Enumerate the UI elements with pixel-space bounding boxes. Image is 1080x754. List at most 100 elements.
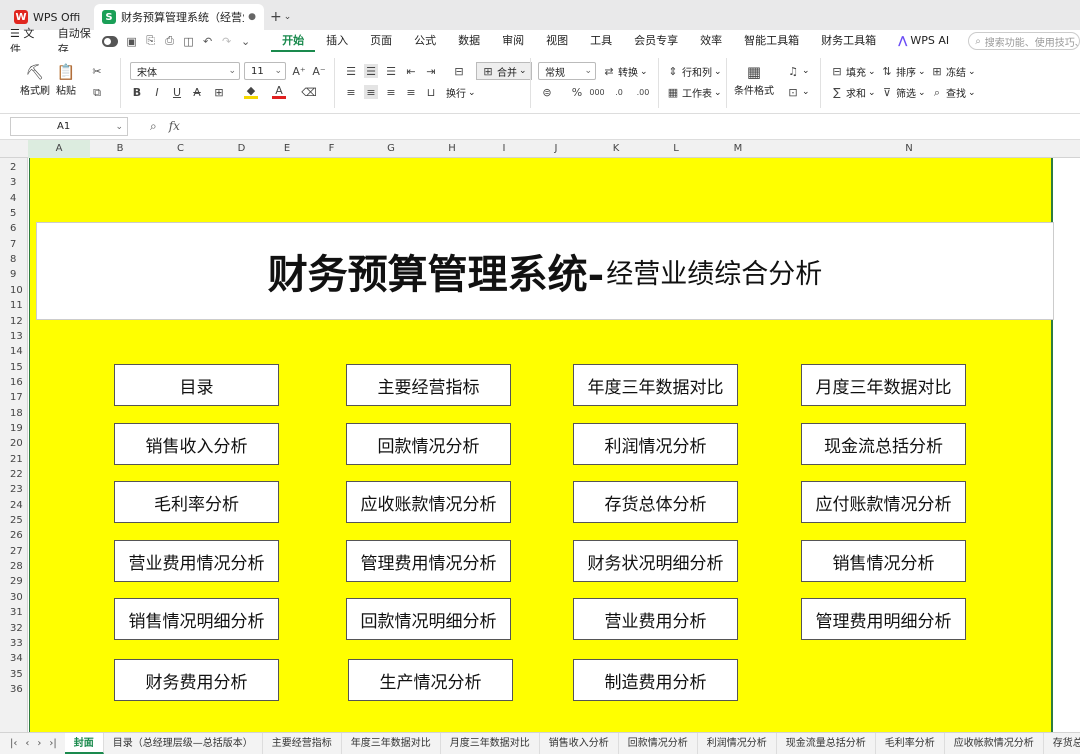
row-header[interactable]: 35 (0, 667, 28, 682)
autosave-toggle[interactable] (102, 35, 119, 47)
row-header[interactable]: 15 (0, 360, 28, 375)
decrease-decimal-icon[interactable]: .00 (636, 85, 652, 99)
search-box[interactable]: ⌕ 搜索功能、使用技巧、模板 (968, 32, 1080, 50)
next-sheet-icon[interactable]: › (37, 738, 41, 749)
nav-button[interactable]: 毛利率分析 (114, 481, 279, 523)
row-header[interactable]: 28 (0, 559, 28, 574)
currency-icon[interactable]: ⊜ (540, 85, 556, 99)
filter-button[interactable]: ⊽ 筛选 ⌄ (880, 85, 926, 100)
fill-button[interactable]: ⊟ 填充 ⌄ (830, 64, 875, 79)
distribute-icon[interactable]: ⊔ (424, 85, 440, 99)
number-format-select[interactable]: 常规 ⌄ (538, 62, 596, 80)
nav-button[interactable]: 应付账款情况分析 (801, 481, 966, 523)
menu-tab[interactable]: 智能工具箱 (733, 30, 810, 52)
nav-button[interactable]: 营业费用情况分析 (114, 540, 279, 582)
unsaved-dot-icon[interactable]: ● (248, 12, 256, 22)
row-header[interactable]: 30 (0, 590, 28, 605)
sheet-tab[interactable]: 年度三年数据对比 (342, 733, 441, 754)
row-header[interactable]: 21 (0, 452, 28, 467)
align-top-icon[interactable]: ☰ (344, 64, 360, 78)
row-header[interactable]: 22 (0, 467, 28, 482)
sheet-tab[interactable]: 主要经营指标 (263, 733, 342, 754)
sheet-tab[interactable]: 月度三年数据对比 (441, 733, 540, 754)
row-header[interactable]: 10 (0, 283, 28, 298)
row-header[interactable]: 17 (0, 390, 28, 405)
row-header[interactable]: 16 (0, 375, 28, 390)
zoom-search-icon[interactable]: ⌕ (150, 119, 157, 134)
row-col-button[interactable]: ⇕ 行和列 ⌄ (666, 64, 721, 79)
sheet-grid[interactable]: 财务预算管理系统- 经营业绩综合分析 目录 主要经营指标 年度三年数据对比 月度三年数… (28, 158, 1080, 732)
column-header[interactable]: N (769, 140, 1049, 158)
nav-button[interactable]: 营业费用分析 (573, 598, 738, 640)
cut-icon[interactable]: ✂ (90, 64, 106, 78)
row-header[interactable]: 29 (0, 574, 28, 589)
row-header[interactable]: 3 (0, 175, 28, 190)
align-bottom-icon[interactable]: ☰ (384, 64, 400, 78)
nav-button[interactable]: 月度三年数据对比 (801, 364, 966, 406)
menu-tab[interactable]: 会员专享 (623, 30, 689, 52)
find-button[interactable]: ⌕ 查找 ⌄ (930, 85, 976, 101)
column-header[interactable]: G (361, 140, 421, 158)
row-header[interactable]: 24 (0, 498, 28, 513)
convert-button[interactable]: ⇄ 转换 ⌄ (602, 64, 647, 79)
nav-button[interactable]: 销售收入分析 (114, 423, 279, 465)
column-header[interactable]: B (90, 140, 150, 158)
nav-button[interactable]: 制造费用分析 (573, 659, 738, 701)
row-header[interactable]: 27 (0, 544, 28, 559)
nav-button[interactable]: 年度三年数据对比 (573, 364, 738, 406)
indent-increase-icon[interactable]: ⇥ (424, 64, 440, 78)
new-tab-button[interactable]: + ⌄ (270, 4, 291, 30)
border-icon[interactable]: ⊞ (212, 85, 228, 99)
print-icon[interactable]: ⎙ (164, 34, 175, 48)
nav-button[interactable]: 生产情况分析 (348, 659, 513, 701)
text-direction-icon[interactable]: ⊟ (452, 64, 468, 78)
sheet-tab[interactable]: 存货总体分析 (1044, 733, 1080, 754)
column-header[interactable]: A (28, 140, 90, 158)
worksheet-button[interactable]: ▦ 工作表 ⌄ (666, 85, 722, 100)
justify-icon[interactable]: ≡ (404, 85, 420, 99)
thousands-icon[interactable]: 000 (589, 85, 606, 99)
row-header[interactable]: 36 (0, 682, 28, 697)
border-style-icon[interactable]: ⊡ ⌄ (786, 85, 809, 99)
align-center-icon[interactable]: ≡ (364, 85, 380, 99)
row-header[interactable]: 6 (0, 221, 28, 236)
nav-button[interactable]: 财务费用分析 (114, 659, 279, 701)
column-header[interactable]: J (525, 140, 587, 158)
first-sheet-icon[interactable]: |‹ (10, 738, 17, 749)
nav-button[interactable]: 销售情况分析 (801, 540, 966, 582)
row-header[interactable]: 26 (0, 528, 28, 543)
sheet-tab[interactable]: 现金流量总括分析 (777, 733, 876, 754)
print-preview-icon[interactable]: ◫ (183, 34, 194, 48)
wrap-text-button[interactable]: 换行 ⌄ (446, 85, 476, 101)
nav-button[interactable]: 管理费用明细分析 (801, 598, 966, 640)
row-header[interactable]: 23 (0, 482, 28, 497)
sheet-tab[interactable]: 目录（总经理层级—总括版本） (104, 733, 263, 754)
format-painter-button[interactable]: ⛏ 格式刷 (20, 62, 50, 97)
sheet-tab[interactable]: 回款情况分析 (619, 733, 698, 754)
freeze-button[interactable]: ⊞ 冻结 ⌄ (930, 64, 975, 79)
nav-button[interactable]: 管理费用情况分析 (346, 540, 511, 582)
row-header[interactable]: 9 (0, 267, 28, 282)
fx-icon[interactable]: fx (169, 119, 180, 134)
menu-tab[interactable]: 数据 (447, 30, 491, 52)
strikethrough-button[interactable]: A (190, 85, 206, 99)
font-size-select[interactable]: 11 ⌄ (244, 62, 286, 80)
export-icon[interactable]: ⎘ (145, 34, 156, 48)
row-header[interactable]: 18 (0, 406, 28, 421)
underline-button[interactable]: U (170, 85, 186, 99)
menu-tab[interactable]: 视图 (535, 30, 579, 52)
row-header[interactable]: 14 (0, 344, 28, 359)
last-sheet-icon[interactable]: ›| (49, 738, 56, 749)
nav-button[interactable]: 应收账款情况分析 (346, 481, 511, 523)
fill-color-icon[interactable]: ◆ (244, 84, 260, 99)
menu-tab[interactable]: 开始 (271, 30, 316, 52)
nav-button[interactable]: 存货总体分析 (573, 481, 738, 523)
row-header[interactable]: 32 (0, 621, 28, 636)
column-header[interactable]: H (421, 140, 483, 158)
row-header[interactable]: 4 (0, 191, 28, 206)
sheet-tab[interactable]: 封面 (64, 733, 104, 754)
redo-icon[interactable]: ↷ (221, 34, 232, 48)
font-grow-button[interactable]: A⁺ (292, 64, 308, 78)
column-header[interactable]: D (211, 140, 272, 158)
copy-icon[interactable]: ⧉ (90, 86, 106, 100)
